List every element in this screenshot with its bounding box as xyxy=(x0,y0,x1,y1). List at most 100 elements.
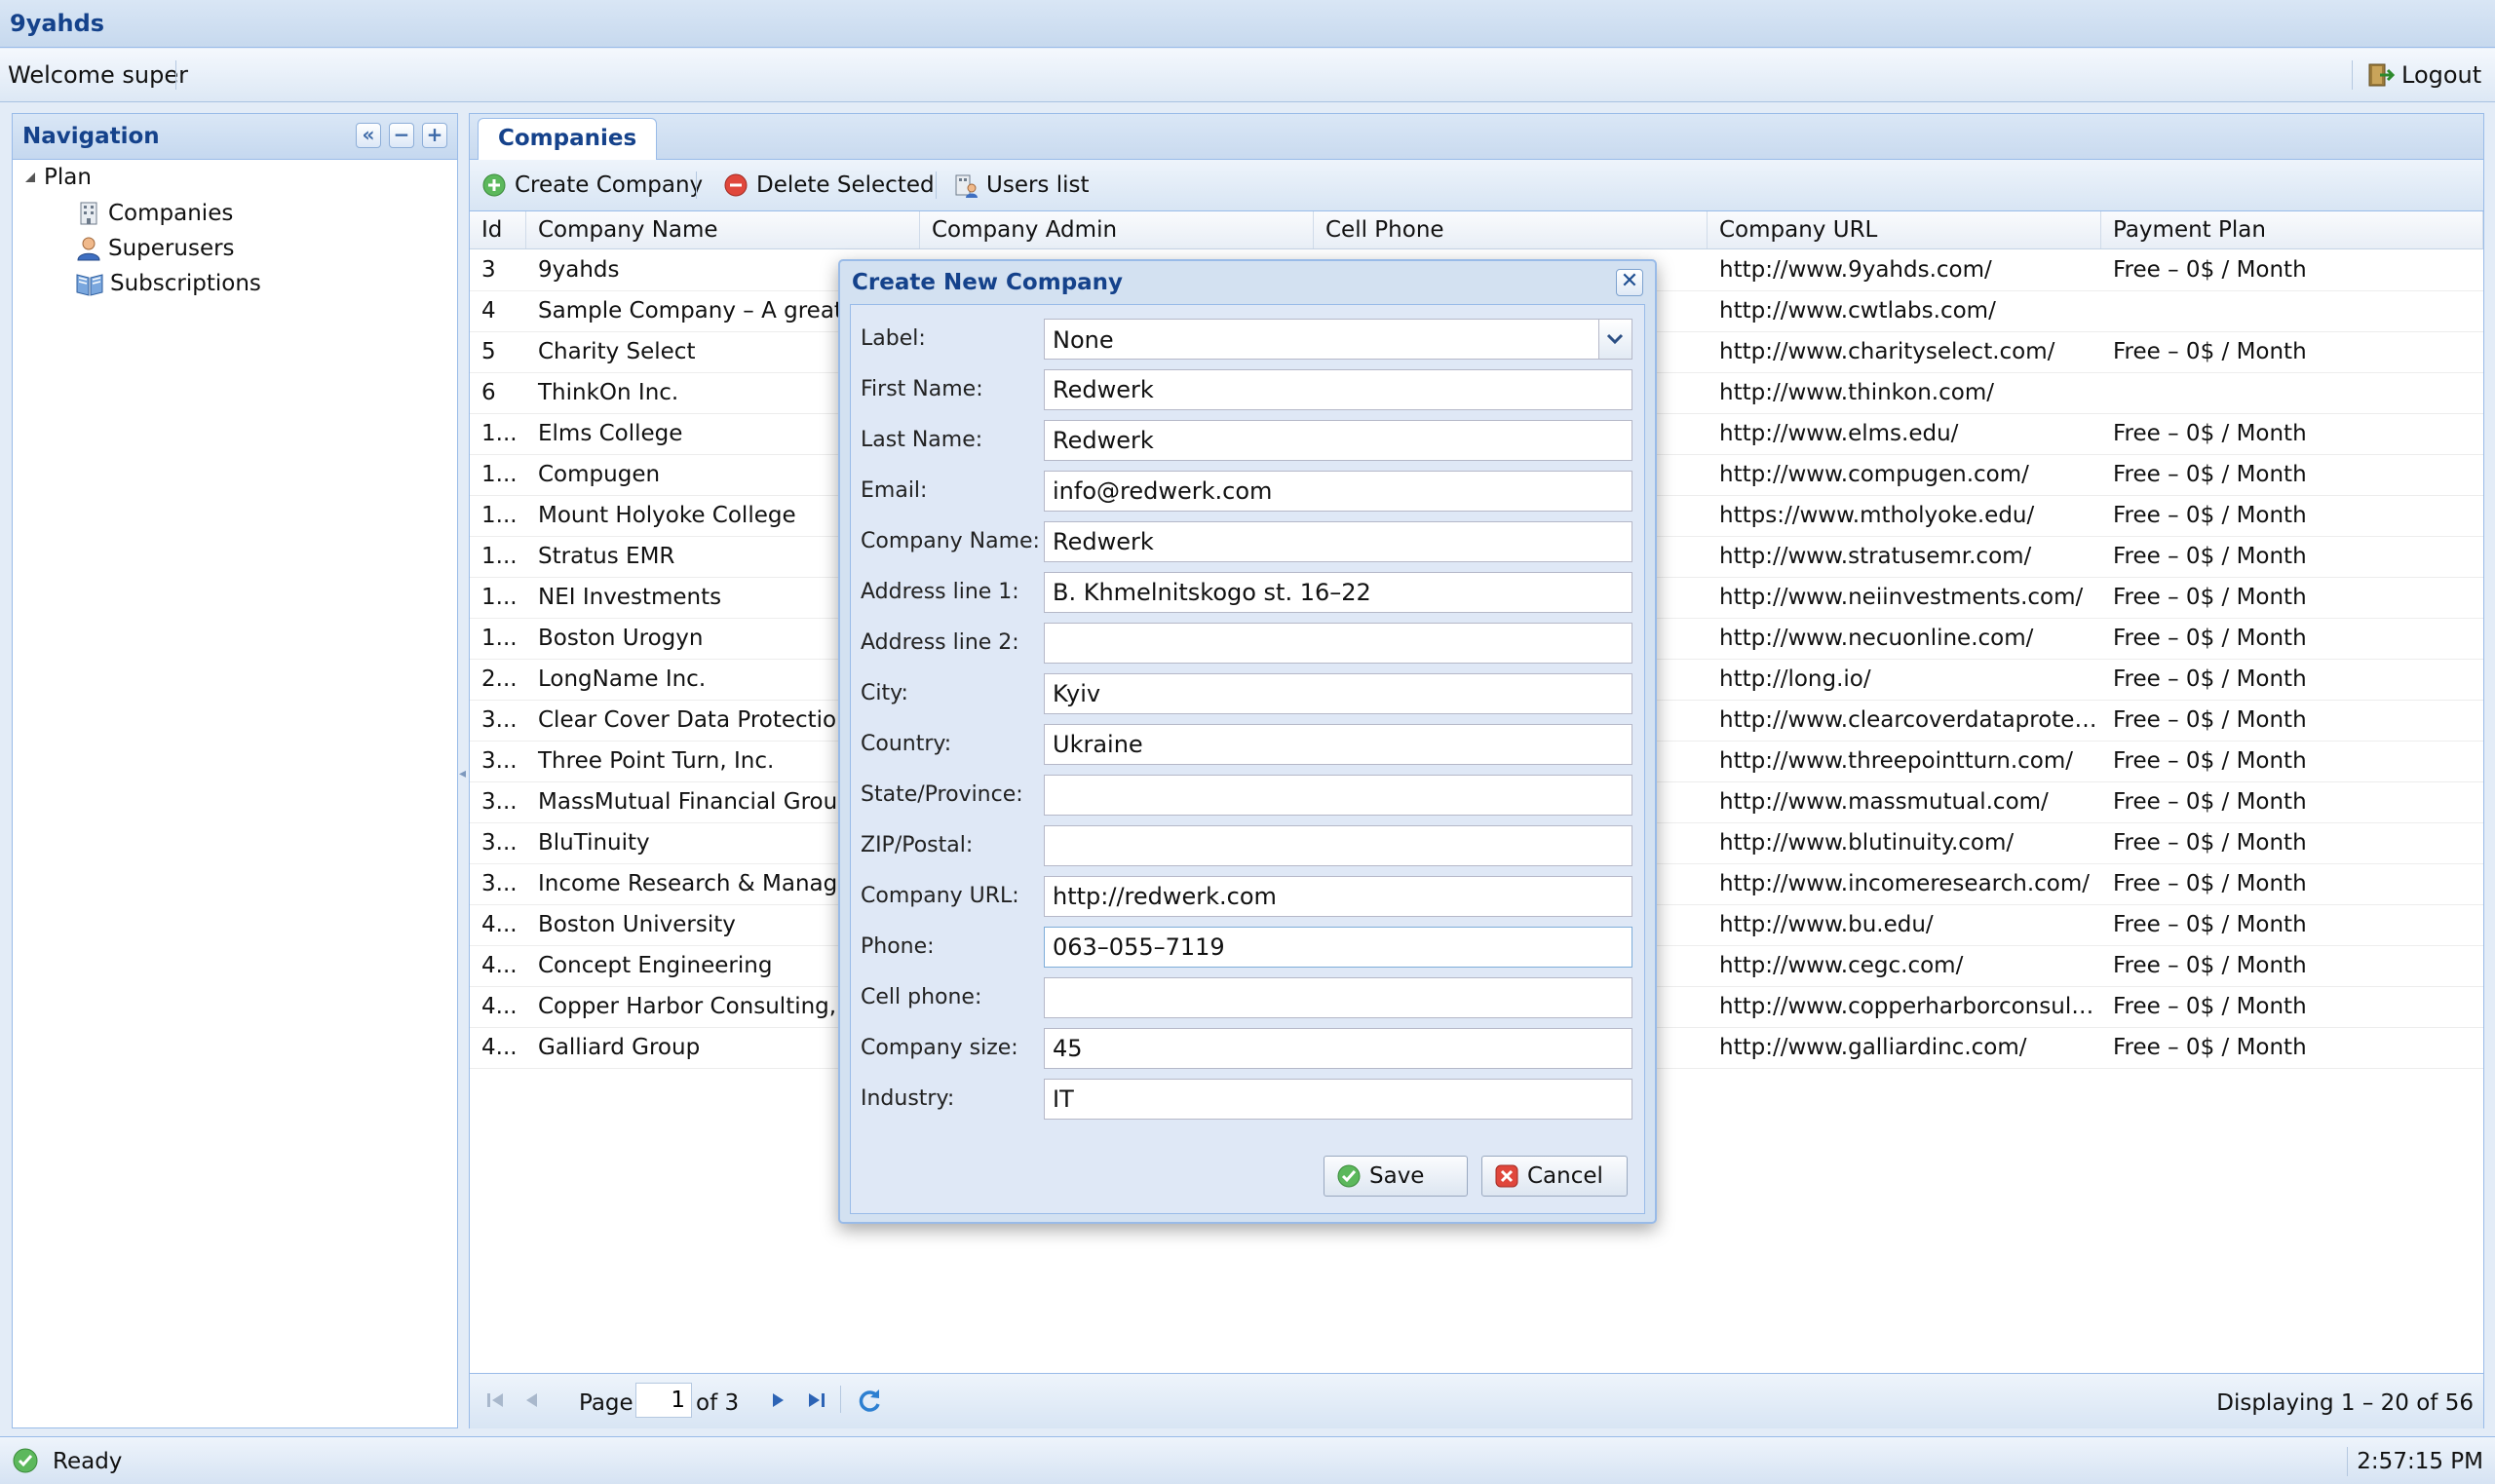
company-name-input[interactable] xyxy=(1044,521,1632,562)
cell-id: 6 xyxy=(481,380,496,405)
form-label: Industry: xyxy=(861,1086,955,1111)
cell-company-url: http://www.elms.edu/ xyxy=(1719,421,1959,446)
tree-node-subscriptions[interactable]: Subscriptions xyxy=(75,270,261,297)
cell-id: 1... xyxy=(481,585,518,610)
cancel-button[interactable]: Cancel xyxy=(1481,1156,1628,1197)
users-list-button[interactable]: Users list xyxy=(951,170,1090,201)
last-name-input[interactable] xyxy=(1044,420,1632,461)
form-label: First Name: xyxy=(861,377,983,401)
address-line-2-input[interactable] xyxy=(1044,623,1632,664)
column-header-cell-phone[interactable]: Cell Phone xyxy=(1314,211,1708,248)
divider xyxy=(696,171,697,199)
column-header-payment-plan[interactable]: Payment Plan xyxy=(2101,211,2483,248)
app-titlebar: 9yahds xyxy=(0,0,2495,48)
column-header-company-name[interactable]: Company Name xyxy=(526,211,920,248)
label-select[interactable]: None xyxy=(1044,319,1632,360)
column-header-id[interactable]: Id xyxy=(470,211,526,248)
company-url-input[interactable] xyxy=(1044,876,1632,917)
tree-node-companies[interactable]: Companies xyxy=(75,200,233,227)
expand-all-button[interactable]: + xyxy=(422,123,447,148)
divider xyxy=(840,1386,841,1413)
expand-triangle-icon xyxy=(25,172,35,182)
dialog-close-button[interactable]: ✕ xyxy=(1616,269,1643,296)
country-input[interactable] xyxy=(1044,724,1632,765)
cell-id: 4... xyxy=(481,1035,518,1060)
navigation-header: Navigation « − + xyxy=(13,114,457,160)
address-line-1-input[interactable] xyxy=(1044,572,1632,613)
phone-input[interactable] xyxy=(1044,927,1632,968)
delete-selected-label: Delete Selected xyxy=(756,172,935,198)
page-number-input[interactable] xyxy=(635,1383,692,1418)
first-name-input[interactable] xyxy=(1044,369,1632,410)
form-row-company-url: Company URL: xyxy=(851,876,1644,919)
email-input[interactable] xyxy=(1044,471,1632,512)
cell-phone-input[interactable] xyxy=(1044,977,1632,1018)
cell-payment-plan: Free – 0$ / Month xyxy=(2113,871,2307,896)
first-page-icon[interactable] xyxy=(481,1386,509,1415)
tree-node-plan[interactable]: Plan xyxy=(22,165,92,190)
form-label: Phone: xyxy=(861,934,935,959)
cell-payment-plan: Free – 0$ / Month xyxy=(2113,953,2307,978)
cell-id: 1... xyxy=(481,626,518,651)
logout-button[interactable]: Logout xyxy=(2366,58,2481,92)
cell-company-url: http://www.cwtlabs.com/ xyxy=(1719,298,1996,323)
column-header-company-url[interactable]: Company URL xyxy=(1708,211,2101,248)
panel-splitter[interactable]: ◂ xyxy=(458,113,468,1427)
last-page-icon[interactable] xyxy=(803,1386,830,1415)
collapse-all-button[interactable]: − xyxy=(389,123,414,148)
form-row-address-line-2: Address line 2: xyxy=(851,623,1644,666)
company-form: Label: None First Name: Last Name: Email: C… xyxy=(850,304,1645,1214)
chevron-down-icon xyxy=(1606,333,1624,345)
divider xyxy=(2347,1447,2348,1476)
dialog-header[interactable]: Create New Company ✕ xyxy=(840,261,1655,304)
cell-company-url: http://www.bu.edu/ xyxy=(1719,912,1934,937)
displaying-text: Displaying 1 – 20 of 56 xyxy=(2216,1390,2474,1416)
cell-payment-plan: Free – 0$ / Month xyxy=(2113,830,2307,856)
cancel-x-icon xyxy=(1495,1164,1518,1188)
form-label: Company Name: xyxy=(861,529,1040,553)
cell-payment-plan xyxy=(2101,290,2483,331)
form-label: Address line 2: xyxy=(861,630,1019,655)
form-row-address-line-1: Address line 1: xyxy=(851,572,1644,615)
save-button[interactable]: Save xyxy=(1324,1156,1468,1197)
cell-company-url: http://www.neiinvestments.com/ xyxy=(1719,585,2084,610)
industry-input[interactable] xyxy=(1044,1079,1632,1120)
previous-page-icon[interactable] xyxy=(518,1386,546,1415)
form-label: Email: xyxy=(861,478,928,503)
logout-icon xyxy=(2368,63,2396,87)
grid-header: Id Company Name Company Admin Cell Phone… xyxy=(470,211,2483,249)
dialog-title: Create New Company xyxy=(852,270,1124,295)
column-header-company-admin[interactable]: Company Admin xyxy=(920,211,1314,248)
form-row-company-size: Company size: xyxy=(851,1028,1644,1071)
cell-company-url: http://www.copperharborconsulting.com/ xyxy=(1719,994,2101,1019)
cell-company-url: http://www.incomeresearch.com/ xyxy=(1719,871,2091,896)
form-label: State/Province: xyxy=(861,782,1023,807)
collapse-panel-button[interactable]: « xyxy=(356,123,381,148)
cell-company-url: http://long.io/ xyxy=(1719,666,1871,692)
cell-id: 1... xyxy=(481,544,518,569)
paging-toolbar: Page of 3 Displaying 1 – 20 of 56 xyxy=(470,1373,2483,1428)
next-page-icon[interactable] xyxy=(764,1386,791,1415)
zip-postal-input[interactable] xyxy=(1044,825,1632,866)
state-province-input[interactable] xyxy=(1044,775,1632,816)
close-icon: ✕ xyxy=(1620,269,1639,293)
delete-selected-button[interactable]: Delete Selected xyxy=(723,170,935,201)
building-icon xyxy=(80,202,97,225)
tab-companies[interactable]: Companies xyxy=(478,118,658,160)
cell-company-url: http://www.9yahds.com/ xyxy=(1719,257,1992,283)
cell-company-url: https://www.mtholyoke.edu/ xyxy=(1719,503,2035,528)
city-input[interactable] xyxy=(1044,673,1632,714)
cell-company-url: http://www.massmutual.com/ xyxy=(1719,789,2049,815)
label-select-trigger[interactable] xyxy=(1598,320,1631,359)
company-size-input[interactable] xyxy=(1044,1028,1632,1069)
form-row-industry: Industry: xyxy=(851,1079,1644,1122)
form-row-label: Label: None xyxy=(851,319,1644,361)
form-row-company-name: Company Name: xyxy=(851,521,1644,564)
ready-check-icon xyxy=(13,1448,38,1473)
divider xyxy=(175,60,176,90)
tree-node-superusers[interactable]: Superusers xyxy=(75,235,235,262)
cell-id: 3 xyxy=(481,257,496,283)
splitter-arrow-icon: ◂ xyxy=(459,766,467,781)
create-company-button[interactable]: Create Company xyxy=(481,170,703,201)
refresh-icon[interactable] xyxy=(856,1386,883,1415)
